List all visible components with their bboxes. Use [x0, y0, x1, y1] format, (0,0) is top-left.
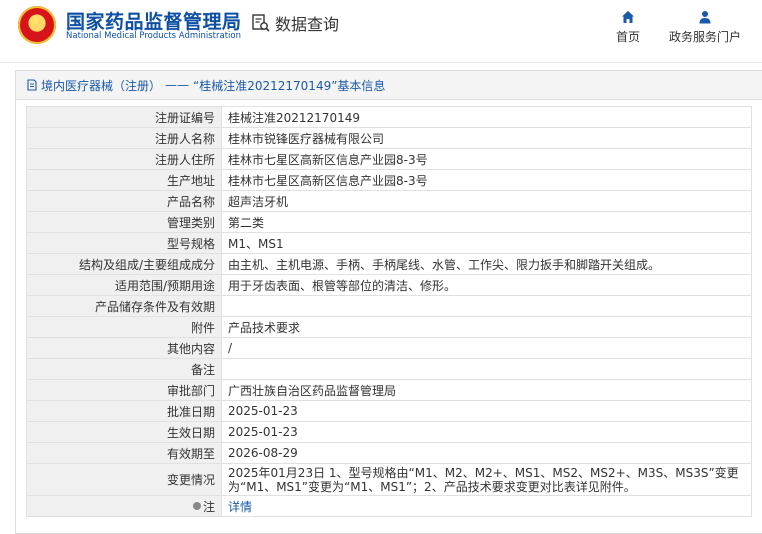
note-label-cell: 注 [26, 495, 222, 517]
field-value: 由主机、主机电源、手柄、手柄尾线、水管、工作尖、限力扳手和脚踏开关组成。 [221, 253, 752, 275]
table-row: 注册人住所 桂林市七星区高新区信息产业园8-3号 [26, 148, 752, 170]
data-query-label: 数据查询 [275, 15, 340, 34]
field-label: 审批部门 [26, 379, 222, 401]
field-value: 广西壮族自治区药品监督管理局 [221, 379, 752, 401]
table-row: 备注 [26, 358, 752, 380]
field-label: 适用范围/预期用途 [26, 274, 222, 296]
field-label: 其他内容 [26, 337, 222, 359]
data-query-link[interactable]: 数据查询 [251, 11, 339, 35]
nav-home-label: 首页 [615, 30, 640, 44]
field-value: M1、MS1 [221, 232, 752, 254]
table-row: 注册证编号 桂械注准20212170149 [26, 106, 752, 128]
detail-panel: 境内医疗器械（注册） —— “桂械注准20212170149”基本信息 注册证编… [15, 70, 762, 534]
field-value: 产品技术要求 [221, 316, 752, 338]
site-header: 国家药品监督管理局 National Medical Products Admi… [0, 0, 762, 63]
field-value: 桂林市七星区高新区信息产业园8-3号 [221, 148, 752, 170]
table-row: 产品名称 超声洁牙机 [26, 190, 752, 212]
nav-portal-label: 政务服务门户 [668, 30, 741, 44]
field-value: 桂林市锐锋医疗器械有限公司 [221, 127, 752, 149]
field-value: 桂林市七星区高新区信息产业园8-3号 [221, 169, 752, 191]
table-row: 其他内容 / [26, 337, 752, 359]
field-label: 有效期至 [26, 442, 222, 464]
table-row: 批准日期 2025-01-23 [26, 400, 752, 422]
field-value: 2025-01-23 [221, 400, 752, 422]
table-row: 附件 产品技术要求 [26, 316, 752, 338]
table-row: 有效期至 2026-08-29 [26, 442, 752, 464]
detail-link[interactable]: 详情 [228, 500, 252, 514]
document-search-icon [252, 14, 270, 32]
table-row: 变更情况 2025年01月23日 1、型号规格由“M1、M2、M2+、MS1、MS… [26, 463, 752, 496]
field-value: 第二类 [221, 211, 752, 233]
breadcrumb: 境内医疗器械（注册） —— “桂械注准20212170149”基本信息 [16, 71, 762, 100]
table-row: 产品储存条件及有效期 [26, 295, 752, 317]
field-label: 备注 [26, 358, 222, 380]
location-pin-icon [192, 502, 201, 510]
org-name-en[interactable]: National Medical Products Administration [66, 31, 241, 41]
note-label-text: 注 [202, 499, 215, 514]
table-row: 审批部门 广西壮族自治区药品监督管理局 [26, 379, 752, 401]
field-label: 批准日期 [26, 400, 222, 422]
user-icon [699, 11, 711, 24]
nav-service-portal[interactable]: 政务服务门户 [665, 10, 745, 45]
field-value: 2025-01-23 [221, 421, 752, 443]
field-label: 产品名称 [26, 190, 222, 212]
field-value: / [221, 337, 752, 359]
field-value: 超声洁牙机 [221, 190, 752, 212]
table-row: 适用范围/预期用途 用于牙齿表面、根管等部位的清洁、修形。 [26, 274, 752, 296]
table-row: 注 详情 [26, 495, 752, 517]
field-label: 注册人住所 [26, 148, 222, 170]
org-name-cn[interactable]: 国家药品监督管理局 [66, 7, 242, 34]
field-label: 注册证编号 [26, 106, 222, 128]
field-label: 生效日期 [26, 421, 222, 443]
field-label: 生产地址 [26, 169, 222, 191]
breadcrumb-title: “桂械注准20212170149”基本信息 [193, 78, 386, 93]
note-label: 注 [192, 498, 215, 515]
field-label: 产品储存条件及有效期 [26, 295, 222, 317]
field-value [221, 358, 752, 380]
document-icon [27, 79, 37, 91]
table-row: 生效日期 2025-01-23 [26, 421, 752, 443]
field-label: 管理类别 [26, 211, 222, 233]
field-label: 结构及组成/主要组成成分 [26, 253, 222, 275]
field-value [221, 295, 752, 317]
field-value: 2025年01月23日 1、型号规格由“M1、M2、M2+、MS1、MS2、MS… [221, 463, 752, 496]
breadcrumb-category[interactable]: 境内医疗器械（注册） [41, 77, 161, 94]
table-row: 管理类别 第二类 [26, 211, 752, 233]
emblem-logo [18, 6, 56, 44]
field-label: 变更情况 [26, 463, 222, 496]
field-value: 桂械注准20212170149 [221, 106, 752, 128]
table-row: 结构及组成/主要组成成分 由主机、主机电源、手柄、手柄尾线、水管、工作尖、限力扳手… [26, 253, 752, 275]
field-value: 2026-08-29 [221, 442, 752, 464]
nav-home[interactable]: 首页 [610, 10, 646, 45]
breadcrumb-separator: —— [165, 78, 190, 92]
table-row: 生产地址 桂林市七星区高新区信息产业园8-3号 [26, 169, 752, 191]
table-row: 型号规格 M1、MS1 [26, 232, 752, 254]
field-label: 附件 [26, 316, 222, 338]
detail-cell: 详情 [221, 495, 752, 517]
field-label: 注册人名称 [26, 127, 222, 149]
registration-info-table: 注册证编号 桂械注准20212170149 注册人名称 桂林市锐锋医疗器械有限公司 … [26, 106, 752, 517]
field-value: 用于牙齿表面、根管等部位的清洁、修形。 [221, 274, 752, 296]
field-label: 型号规格 [26, 232, 222, 254]
table-row: 注册人名称 桂林市锐锋医疗器械有限公司 [26, 127, 752, 149]
home-icon [622, 11, 634, 23]
